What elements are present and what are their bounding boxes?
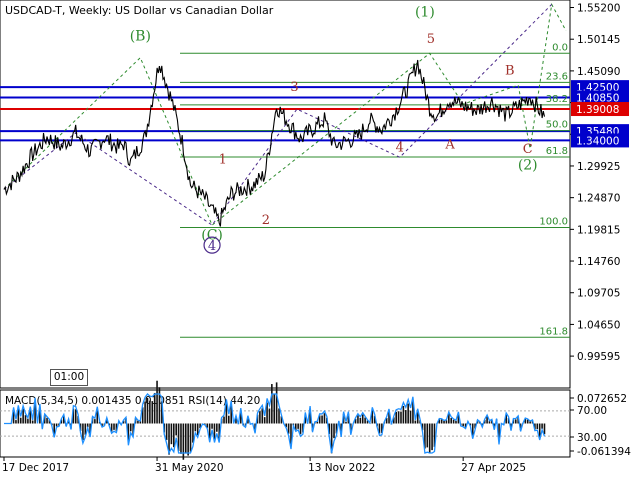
y-axis: 1.552001.501451.450901.400351.349801.299…: [570, 3, 620, 363]
chart-title: USDCAD-T, Weekly: US Dollar vs Canadian …: [5, 4, 274, 17]
wave-label: (B): [130, 29, 151, 45]
y-tick-label: 1.14760: [577, 256, 620, 268]
wave-label: 4: [396, 141, 404, 156]
wave-label: 3: [290, 80, 298, 95]
x-axis: 17 Dec 2017 31 May 2020 13 Nov 2022 27 Apr …: [2, 457, 526, 474]
fib-level-label: 161.8: [539, 326, 568, 337]
timeframe-box[interactable]: 01:00: [50, 369, 88, 386]
wave-label: 5: [427, 32, 435, 47]
wave-label: 1: [219, 153, 227, 168]
y-tick-label: 0.99595: [577, 351, 620, 363]
fib-level-label: 38.2: [546, 94, 568, 105]
fib-level-label: 61.8: [546, 146, 568, 157]
wave-label: B: [505, 64, 515, 79]
indicator-axis: 0.07265270.00 30.00 -0.061394: [570, 393, 631, 458]
y-tick-label: 1.50145: [577, 34, 620, 46]
x-tick-label: 17 Dec 2017: [2, 462, 69, 474]
indicator-tick-label: 0.072652: [577, 393, 627, 405]
x-tick-label: 31 May 2020: [155, 462, 223, 474]
wave-label: A: [444, 138, 455, 153]
fib-level-label: 23.6: [546, 71, 568, 82]
wave-label: C: [523, 142, 533, 157]
fib-level-label: 0.0: [552, 42, 568, 53]
indicator-tick-label: 70.00: [577, 405, 607, 417]
price-chart[interactable]: USDCAD-T, Weekly: US Dollar vs Canadian …: [0, 0, 640, 480]
y-tick-label: 1.04650: [577, 319, 620, 331]
indicator-tick-label: 30.00: [577, 432, 607, 444]
y-tick-label: 1.24870: [577, 193, 620, 205]
wave-label: 4: [208, 239, 216, 254]
main-chart-frame: [0, 0, 571, 389]
wave-label: 2: [262, 213, 270, 228]
fib-level-label: 50.0: [546, 120, 568, 131]
price-level-boxes: 1.425001.408501.390081.354801.34000: [571, 80, 629, 148]
y-tick-label: 1.55200: [577, 3, 620, 15]
y-tick-label: 1.09705: [577, 288, 620, 300]
price-level-value: 1.34000: [576, 135, 619, 147]
y-tick-label: 1.29925: [577, 161, 620, 173]
fib-level-label: 100.0: [539, 217, 568, 228]
indicator-label: MACD(5,34,5) 0.001435 0.010851 RSI(14) 4…: [5, 395, 260, 407]
indicator-tick-label: -0.061394: [577, 446, 631, 458]
wave-label: (1): [415, 4, 435, 20]
price-level-value: 1.39008: [576, 104, 619, 116]
wave-label: (2): [518, 157, 538, 173]
y-tick-label: 1.19815: [577, 224, 620, 236]
y-tick-label: 1.45090: [577, 66, 620, 78]
x-tick-label: 13 Nov 2022: [308, 462, 375, 474]
x-tick-label: 27 Apr 2025: [461, 462, 526, 474]
